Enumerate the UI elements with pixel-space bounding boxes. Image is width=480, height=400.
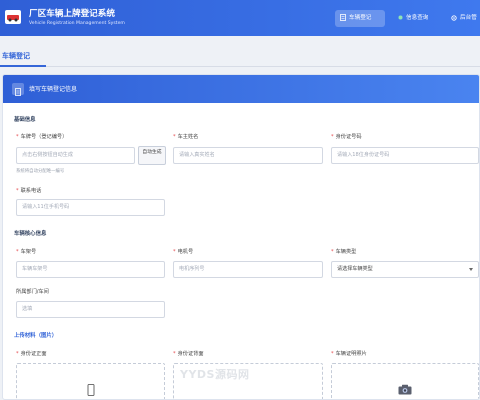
- watermark: YYDS源码网: [180, 368, 250, 381]
- nav-admin[interactable]: 后台管: [451, 10, 477, 27]
- plate-hint: 系统将自动分配唯一编号: [16, 169, 65, 174]
- phone-input[interactable]: 请输入11位手机号码: [16, 199, 165, 216]
- dept-input[interactable]: 选填: [16, 301, 165, 318]
- camera-icon: [398, 384, 412, 395]
- document-icon: [340, 14, 346, 21]
- required-mark: *: [16, 351, 19, 357]
- plate-label-text: 车牌号（登记编号）: [20, 134, 68, 140]
- motor-label-text: 电机号: [177, 249, 194, 255]
- required-mark: *: [16, 249, 19, 255]
- type-select-value: 请选择车辆类型: [337, 266, 373, 272]
- required-mark: *: [173, 134, 176, 140]
- nav-admin-label: 后台管: [460, 15, 477, 21]
- idcard-label-text: 身份证号码: [335, 134, 362, 140]
- upload-front-label-text: 身份证正面: [20, 351, 47, 357]
- dept-label: 所属部门/车间: [16, 289, 49, 295]
- card-title: 填写车辆登记信息: [29, 86, 78, 93]
- upload-back-label-text: 身份证背面: [177, 351, 204, 357]
- required-mark: *: [331, 249, 334, 255]
- section-basic: 基础信息: [14, 117, 36, 123]
- section-core: 车辆核心信息: [14, 231, 47, 237]
- chevron-down-icon: [469, 268, 473, 271]
- upload-front-label: * 身份证正面: [16, 350, 47, 357]
- frame-input[interactable]: 车辆车架号: [16, 261, 165, 278]
- plate-input[interactable]: 点击右侧按钮自动生成: [16, 147, 135, 164]
- motor-input[interactable]: 电机序列号: [173, 261, 323, 278]
- frame-label-text: 车架号: [20, 249, 37, 255]
- required-mark: *: [16, 188, 19, 194]
- required-mark: *: [173, 249, 176, 255]
- nav-register[interactable]: 车辆登记: [335, 10, 385, 27]
- required-mark: *: [16, 134, 19, 140]
- page-title: 车辆登记: [2, 52, 30, 60]
- logo-icon: [5, 10, 21, 24]
- owner-input[interactable]: 请输入真实姓名: [173, 147, 323, 164]
- phone-label-text: 联系电话: [20, 188, 42, 194]
- dot-icon: [398, 15, 403, 20]
- owner-label: * 车主姓名: [173, 133, 198, 140]
- required-mark: *: [331, 351, 334, 357]
- upload-vehicle-label-text: 车辆证明照片: [335, 351, 367, 357]
- idcard-label: * 身份证号码: [331, 133, 362, 140]
- required-mark: *: [331, 134, 334, 140]
- owner-label-text: 车主姓名: [177, 134, 199, 140]
- motor-label: * 电机号: [173, 248, 193, 255]
- section-upload: 上传材料（图片）: [14, 333, 58, 339]
- type-select[interactable]: 请选择车辆类型: [331, 261, 479, 278]
- auto-generate-button[interactable]: 自动生成: [138, 146, 166, 165]
- type-label-text: 车辆类型: [335, 249, 357, 255]
- phone-label: * 联系电话: [16, 187, 41, 194]
- nav-query-label: 信息查询: [406, 15, 429, 21]
- divider: [0, 66, 480, 67]
- form-icon: [12, 83, 24, 96]
- idcard-input[interactable]: 请输入18位身份证号码: [331, 147, 479, 164]
- app-header: 厂区车辆上牌登记系统 Vehicle Registration Manageme…: [0, 0, 480, 36]
- app-subtitle: Vehicle Registration Management System: [29, 21, 125, 26]
- plate-label: * 车牌号（登记编号）: [16, 133, 67, 140]
- phone-icon: [87, 384, 94, 396]
- upload-vehicle-label: * 车辆证明照片: [331, 350, 367, 357]
- page-title-underline: [0, 65, 46, 67]
- upload-front[interactable]: [16, 363, 165, 399]
- app-title: 厂区车辆上牌登记系统: [29, 9, 115, 19]
- page-title-bar: [0, 36, 480, 70]
- frame-label: * 车架号: [16, 248, 36, 255]
- nav-query[interactable]: 信息查询: [398, 10, 428, 27]
- upload-back-label: * 身份证背面: [173, 350, 204, 357]
- card-header: 填写车辆登记信息: [3, 75, 479, 103]
- nav-register-label: 车辆登记: [349, 15, 372, 21]
- required-mark: *: [173, 351, 176, 357]
- gear-icon: [451, 14, 457, 21]
- type-label: * 车辆类型: [331, 248, 356, 255]
- register-card: 填写车辆登记信息 基础信息 * 车牌号（登记编号） 点击右侧按钮自动生成 自动生成…: [2, 74, 480, 400]
- upload-vehicle[interactable]: [331, 363, 479, 399]
